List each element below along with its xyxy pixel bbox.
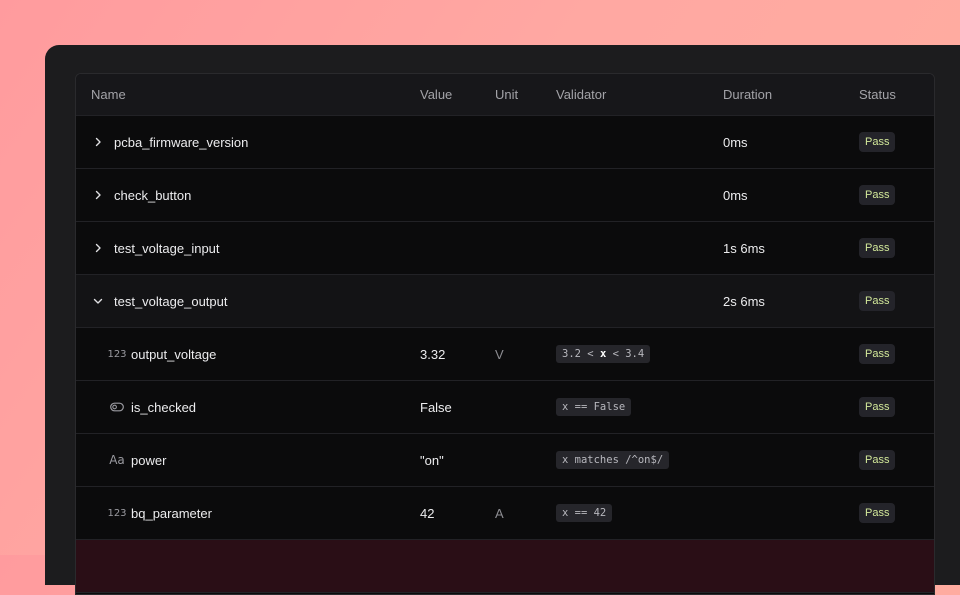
chevron-down-icon[interactable] xyxy=(91,294,105,308)
status-badge: Pass xyxy=(859,238,896,258)
measurement-name: output_voltage xyxy=(131,346,217,362)
text-type-icon: Aa xyxy=(109,453,125,467)
status-badge: Pass xyxy=(859,344,896,364)
validator-code: x == False xyxy=(556,398,632,416)
chevron-right-icon[interactable] xyxy=(91,241,105,255)
table-header: Name Value Unit Validator Duration Statu… xyxy=(76,74,934,116)
measurement-name: power xyxy=(131,452,167,468)
status-badge: Pass xyxy=(859,132,896,152)
phase-duration: 0ms xyxy=(723,187,748,203)
validator-code: x matches /^on$/ xyxy=(556,451,670,469)
column-header-unit[interactable]: Unit xyxy=(495,74,518,115)
status-badge: Pass xyxy=(859,503,896,523)
column-header-validator[interactable]: Validator xyxy=(556,74,606,115)
numeric-type-icon: 123 xyxy=(107,348,127,360)
table-row[interactable]: test_voltage_input 1s 6ms Pass xyxy=(76,222,934,275)
table-row-failed[interactable] xyxy=(76,540,934,593)
measurement-value: 3.32 xyxy=(420,346,446,362)
column-header-duration[interactable]: Duration xyxy=(723,74,772,115)
validator-code: x == 42 xyxy=(556,504,613,522)
validator-code: 3.2 < x < 3.4 xyxy=(556,345,651,363)
measurement-row[interactable]: 123 bq_parameter 42 A x == 42 Pass xyxy=(76,487,934,540)
phase-duration: 1s 6ms xyxy=(723,240,765,256)
measurement-value: 42 xyxy=(420,505,435,521)
phase-name: test_voltage_input xyxy=(114,240,220,256)
table-row-expanded[interactable]: test_voltage_output 2s 6ms Pass xyxy=(76,275,934,328)
chevron-right-icon[interactable] xyxy=(91,188,105,202)
status-badge: Pass xyxy=(859,185,896,205)
table-row[interactable]: pcba_firmware_version 0ms Pass xyxy=(76,116,934,169)
phase-duration: 2s 6ms xyxy=(723,293,765,309)
phase-name: check_button xyxy=(114,187,192,203)
status-badge: Pass xyxy=(859,397,896,417)
measurement-row[interactable]: is_checked False x == False Pass xyxy=(76,381,934,434)
column-header-value[interactable]: Value xyxy=(420,74,452,115)
chevron-right-icon[interactable] xyxy=(91,135,105,149)
status-badge: Pass xyxy=(859,291,896,311)
numeric-type-icon: 123 xyxy=(107,507,127,519)
test-results-table: Name Value Unit Validator Duration Statu… xyxy=(75,73,935,595)
measurement-row[interactable]: Aa power "on" x matches /^on$/ Pass xyxy=(76,434,934,487)
measurement-name: is_checked xyxy=(131,399,197,415)
table-row[interactable]: check_button 0ms Pass xyxy=(76,169,934,222)
measurement-name: bq_parameter xyxy=(131,505,212,521)
measurement-value: False xyxy=(420,399,452,415)
column-header-status[interactable]: Status xyxy=(859,74,896,115)
phase-duration: 0ms xyxy=(723,134,748,150)
phase-name: pcba_firmware_version xyxy=(114,134,249,150)
column-header-name[interactable]: Name xyxy=(91,74,126,115)
phase-name: test_voltage_output xyxy=(114,293,228,309)
boolean-type-icon xyxy=(109,402,125,412)
status-badge: Pass xyxy=(859,450,896,470)
app-window: Name Value Unit Validator Duration Statu… xyxy=(45,45,960,595)
measurement-row[interactable]: 123 output_voltage 3.32 V 3.2 < x < 3.4 … xyxy=(76,328,934,381)
measurement-value: "on" xyxy=(420,452,444,468)
measurement-unit: V xyxy=(495,346,504,362)
measurement-unit: A xyxy=(495,505,504,521)
